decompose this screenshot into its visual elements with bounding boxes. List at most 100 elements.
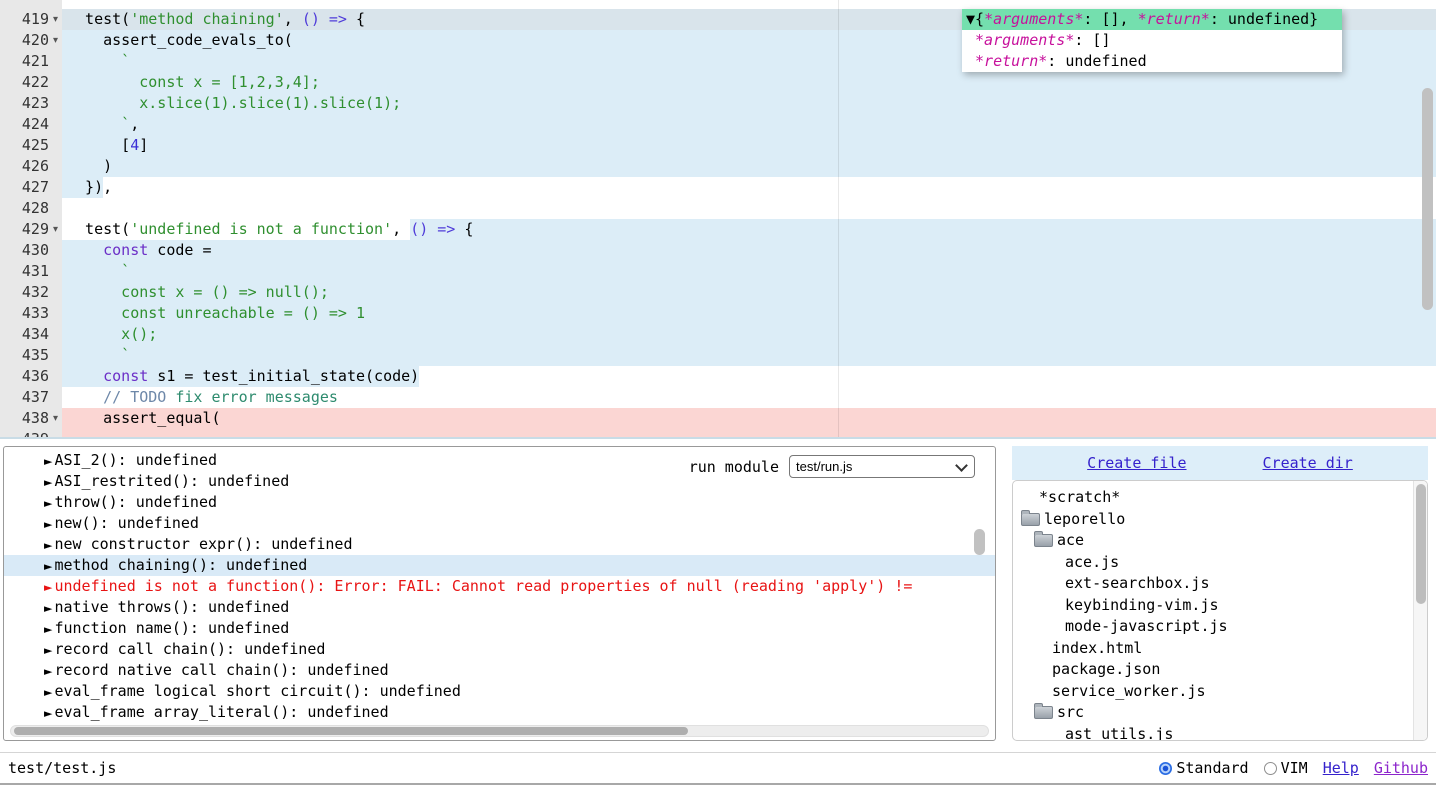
test-result-item[interactable]: ►record native call chain(): undefined — [4, 660, 995, 681]
code-line[interactable]: 435 ` — [0, 345, 1436, 366]
code-line[interactable]: 427 }), — [0, 177, 1436, 198]
run-module-select[interactable]: test/run.js — [789, 455, 975, 478]
keybinding-standard-option[interactable]: Standard — [1159, 759, 1248, 777]
test-result-item[interactable]: ►native throws(): undefined — [4, 597, 995, 618]
test-result-item[interactable]: ►record call chain(): undefined — [4, 639, 995, 660]
expand-triangle-icon[interactable]: ► — [44, 602, 52, 615]
tree-item-dir[interactable]: ace — [1013, 530, 1427, 552]
tree-scrollbar-track[interactable] — [1413, 481, 1427, 740]
code-line[interactable]: 436 const s1 = test_initial_state(code) — [0, 366, 1436, 387]
code-cell[interactable]: const x = [1,2,3,4]; — [62, 72, 1436, 93]
code-line[interactable]: 426 ) — [0, 156, 1436, 177]
create-dir-link[interactable]: Create dir — [1263, 454, 1353, 472]
keybinding-vim-option[interactable]: VIM — [1264, 759, 1308, 777]
expand-triangle-icon[interactable]: ► — [44, 665, 52, 678]
expand-triangle-icon[interactable]: ► — [44, 497, 52, 510]
code-cell[interactable]: const unreachable = () => 1 — [62, 303, 1436, 324]
code-token: , — [103, 178, 112, 196]
editor-vertical-scrollbar[interactable] — [1422, 88, 1433, 310]
expand-triangle-icon[interactable]: ► — [44, 644, 52, 657]
code-line[interactable]: 433 const unreachable = () => 1 — [0, 303, 1436, 324]
code-line[interactable]: 437 // TODO fix error messages — [0, 387, 1436, 408]
test-result-item[interactable]: ►eval_frame array_literal(): undefined — [4, 702, 995, 723]
code-cell[interactable] — [62, 198, 1436, 219]
radio-standard-icon[interactable] — [1159, 762, 1172, 775]
code-line[interactable]: 429▾ test('undefined is not a function',… — [0, 219, 1436, 240]
code-editor[interactable]: 419▾ test('method chaining', () => {420▾… — [0, 0, 1436, 439]
expand-triangle-icon[interactable]: ► — [44, 518, 52, 531]
tree-item-file[interactable]: ast_utils.js — [1013, 724, 1427, 742]
code-line[interactable]: 432 const x = () => null(); — [0, 282, 1436, 303]
expand-triangle-icon[interactable]: ► — [44, 455, 52, 468]
test-result-item[interactable]: ►function name(): undefined — [4, 618, 995, 639]
tree-item-file[interactable]: mode-javascript.js — [1013, 616, 1427, 638]
code-line[interactable]: 438▾ assert_equal( — [0, 408, 1436, 429]
expand-triangle-icon[interactable]: ► — [44, 707, 52, 720]
console-horizontal-scrollbar-track[interactable] — [10, 725, 989, 737]
tree-item-file[interactable]: index.html — [1013, 638, 1427, 660]
code-line[interactable]: 422 const x = [1,2,3,4]; — [0, 72, 1436, 93]
create-file-link[interactable]: Create file — [1087, 454, 1186, 472]
test-result-item[interactable]: ►method chaining(): undefined — [4, 555, 995, 576]
code-cell[interactable]: assert_equal( — [62, 408, 1436, 429]
code-token: 4 — [130, 136, 139, 154]
code-cell[interactable]: // TODO fix error messages — [62, 387, 1436, 408]
code-cell[interactable]: const s1 = test_initial_state(code) — [62, 366, 1436, 387]
expand-triangle-icon[interactable]: ► — [44, 686, 52, 699]
expand-triangle-icon[interactable]: ► — [44, 476, 52, 489]
fold-arrow-icon[interactable]: ▾ — [49, 408, 62, 429]
test-result-item[interactable]: ►new constructor expr(): undefined — [4, 534, 995, 555]
test-result-item[interactable]: ►new(): undefined — [4, 513, 995, 534]
github-link[interactable]: Github — [1374, 759, 1428, 777]
code-cell[interactable]: ) — [62, 156, 1436, 177]
fold-arrow-icon[interactable]: ▾ — [49, 219, 62, 240]
code-cell[interactable]: x.slice(1).slice(1).slice(1); — [62, 93, 1436, 114]
code-line[interactable]: 434 x(); — [0, 324, 1436, 345]
code-line[interactable]: 431 ` — [0, 261, 1436, 282]
test-result-item[interactable]: ►eval_frame logical short circuit(): und… — [4, 681, 995, 702]
code-line[interactable]: 423 x.slice(1).slice(1).slice(1); — [0, 93, 1436, 114]
code-line[interactable]: 428 — [0, 198, 1436, 219]
code-cell[interactable]: x(); — [62, 324, 1436, 345]
fold-slot — [49, 135, 62, 156]
code-cell[interactable]: ` — [62, 345, 1436, 366]
expand-triangle-icon[interactable]: ► — [44, 623, 52, 636]
expand-triangle-icon[interactable]: ► — [44, 539, 52, 552]
tree-item-file[interactable]: package.json — [1013, 659, 1427, 681]
tree-scrollbar-thumb[interactable] — [1416, 484, 1426, 604]
console-vertical-scrollbar[interactable] — [974, 529, 985, 555]
inspector-header[interactable]: ▼{*arguments*: [], *return*: undefined} — [962, 9, 1342, 30]
code-cell[interactable]: }), — [62, 177, 1436, 198]
code-line[interactable]: 424 `, — [0, 114, 1436, 135]
inspector-row[interactable]: *arguments*: [] — [962, 30, 1342, 51]
code-cell[interactable]: ` — [62, 261, 1436, 282]
tree-item-file[interactable]: service_worker.js — [1013, 681, 1427, 703]
code-cell[interactable]: `, — [62, 114, 1436, 135]
help-link[interactable]: Help — [1323, 759, 1359, 777]
test-result-label: eval_frame array_literal(): undefined — [54, 703, 388, 721]
test-result-item[interactable]: ►throw(): undefined — [4, 492, 995, 513]
tree-item-file[interactable]: keybinding-vim.js — [1013, 595, 1427, 617]
test-result-item[interactable]: ►undefined is not a function(): Error: F… — [4, 576, 995, 597]
code-cell[interactable] — [62, 429, 1436, 439]
code-cell[interactable]: [4] — [62, 135, 1436, 156]
code-line[interactable]: 439 — [0, 429, 1436, 439]
expand-triangle-icon[interactable]: ► — [44, 581, 52, 594]
code-cell[interactable]: const x = () => null(); — [62, 282, 1436, 303]
tree-item-file[interactable]: ace.js — [1013, 552, 1427, 574]
tree-item-file[interactable]: *scratch* — [1013, 487, 1427, 509]
code-cell[interactable]: test('undefined is not a function', () =… — [62, 219, 1436, 240]
fold-arrow-icon[interactable]: ▾ — [49, 9, 62, 30]
tree-item-file[interactable]: ext-searchbox.js — [1013, 573, 1427, 595]
fold-arrow-icon[interactable]: ▾ — [49, 30, 62, 51]
code-cell[interactable]: const code = — [62, 240, 1436, 261]
code-line[interactable]: 425 [4] — [0, 135, 1436, 156]
expand-triangle-icon[interactable]: ► — [44, 560, 52, 573]
inspector-row[interactable]: *return*: undefined — [962, 51, 1342, 72]
tree-item-dir[interactable]: leporello — [1013, 509, 1427, 531]
tree-item-dir[interactable]: src — [1013, 702, 1427, 724]
fold-slot — [49, 282, 62, 303]
code-line[interactable]: 430 const code = — [0, 240, 1436, 261]
radio-vim-icon[interactable] — [1264, 762, 1277, 775]
console-horizontal-scrollbar-thumb[interactable] — [14, 727, 688, 735]
